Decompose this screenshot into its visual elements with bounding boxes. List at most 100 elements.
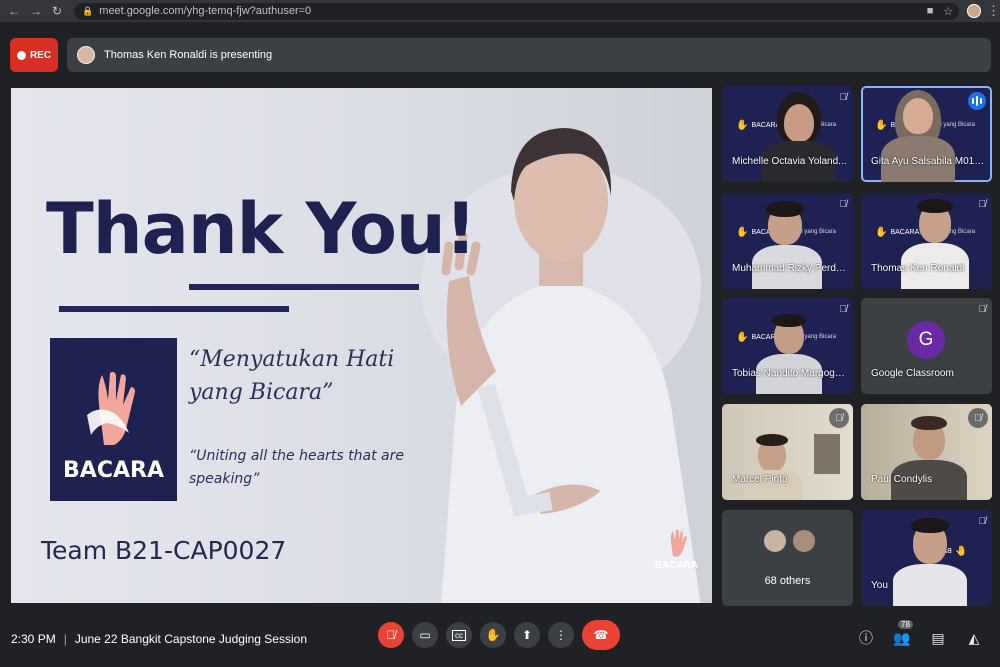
activities-icon: ◭ xyxy=(968,629,980,646)
avatar xyxy=(791,528,817,554)
people-icon: 👥 xyxy=(893,629,911,646)
slide-quote-translation: “Uniting all the hearts that are speakin… xyxy=(189,448,404,487)
muted-mic-icon: 🎙̸ xyxy=(829,408,849,428)
people-count-badge: 78 xyxy=(898,620,913,629)
muted-mic-icon: 🎙̸ xyxy=(978,516,987,527)
hands-logo-icon xyxy=(86,371,135,445)
meet-bottombar: 2:30 PM | June 22 Bangkit Capstone Judgi… xyxy=(0,618,1000,664)
slide-title: Thank You! xyxy=(46,188,477,270)
corner-logo: BACARA xyxy=(654,528,699,580)
present-button[interactable]: ⬆ xyxy=(514,622,540,648)
presenter-avatar xyxy=(77,46,95,64)
participant-tile[interactable]: 🎙̸ Paul Condylis xyxy=(861,404,992,500)
hand-icon: ✋ xyxy=(875,120,888,131)
participant-tile[interactable]: ✋BACARA: Hati yang Bicara 🎙̸ Michelle Oc… xyxy=(722,86,853,182)
speaking-indicator-icon xyxy=(968,92,986,110)
hand-icon: ✋ xyxy=(875,227,888,238)
tile-slide-brand: ✋BACARA: xyxy=(875,227,922,238)
call-controls: 🎙̸ ▭ cc ✋ ⬆ ⋮ ☎ xyxy=(378,620,620,650)
presentation-slide: Thank You! BACARA “Menyatukan Hati yang … xyxy=(11,88,712,603)
participant-tile[interactable]: ✋ BACARA: Hati yang Bicara 🎙̸ Muhammad Ri… xyxy=(722,193,853,289)
participant-tile[interactable]: 🎙̸ Marcel Pinto xyxy=(722,404,853,500)
current-time: 2:30 PM xyxy=(11,632,56,646)
underline-top xyxy=(189,284,419,290)
meeting-details: 2:30 PM | June 22 Bangkit Capstone Judgi… xyxy=(11,632,307,646)
participant-name: Tobias Nandito Margogo... xyxy=(732,368,848,379)
forward-icon[interactable]: → xyxy=(30,4,42,18)
address-bar[interactable]: 🔒 meet.google.com/yhg-temq-fjw?authuser=… xyxy=(74,2,960,20)
present-icon: ⬆ xyxy=(521,628,533,642)
muted-mic-icon: 🎙̸ xyxy=(978,199,987,210)
others-count: 68 others xyxy=(764,575,811,587)
muted-mic-icon: 🎙̸ xyxy=(968,408,988,428)
participant-name: Thomas Ken Ronaldi xyxy=(871,263,965,274)
participant-name: Marcel Pinto xyxy=(732,474,788,485)
meet-topbar: REC Thomas Ken Ronaldi is presenting xyxy=(0,38,1000,74)
self-tile[interactable]: ✋BACARA: 🎙̸ You xyxy=(861,510,992,606)
camera-toggle-button[interactable]: ▭ xyxy=(412,622,438,648)
participant-name: Gita Ayu Salsabila M010... xyxy=(871,156,987,167)
browser-nav: ← → ↻ xyxy=(0,4,62,18)
lock-icon: 🔒 xyxy=(82,5,94,16)
bookmark-star-icon[interactable]: ☆ xyxy=(943,5,953,18)
hand-icon: ✋ xyxy=(954,546,968,557)
end-call-icon: ☎ xyxy=(593,628,609,642)
underline-bottom xyxy=(59,306,289,312)
raise-hand-button[interactable]: ✋ xyxy=(480,622,506,648)
more-options-button[interactable]: ⋮ xyxy=(548,622,574,648)
camera-indicator-icon[interactable]: ■ xyxy=(927,5,934,17)
chat-button[interactable]: ▤ xyxy=(928,628,948,648)
participant-name: Michelle Octavia Yoland... xyxy=(732,156,847,167)
participant-tile[interactable]: ✋BACARA: Hati yang Bicara Gita Ayu Salsa… xyxy=(861,86,992,182)
hand-icon: ✋ xyxy=(736,332,749,343)
avatar xyxy=(762,528,788,554)
logo-word: BACARA xyxy=(63,458,164,483)
hand-icon: ✋ xyxy=(485,628,501,642)
participant-tile[interactable]: G 🎙̸ Google Classroom xyxy=(861,298,992,394)
small-hands-icon xyxy=(670,529,687,557)
side-controls: ⓘ 78 👥 ▤ ◭ xyxy=(856,620,984,648)
rec-label: REC xyxy=(29,49,52,61)
reload-icon[interactable]: ↻ xyxy=(52,4,62,18)
participant-tile[interactable]: ✋ BACARA: Hati yang Bicara 🎙̸ Tobias Nand… xyxy=(722,298,853,394)
bacara-logo: BACARA xyxy=(50,338,177,501)
team-id: Team B21-CAP0027 xyxy=(41,536,287,565)
mic-off-icon: 🎙̸ xyxy=(386,628,396,642)
back-icon[interactable]: ← xyxy=(8,4,20,18)
tile-slide-brand: ✋BACARA: xyxy=(736,120,783,131)
camera-icon: ▭ xyxy=(419,628,431,642)
url-text: meet.google.com/yhg-temq-fjw?authuser=0 xyxy=(99,5,312,17)
info-icon: ⓘ xyxy=(859,630,873,646)
divider: | xyxy=(63,632,67,646)
profile-avatar[interactable] xyxy=(967,4,981,18)
others-tile[interactable]: 68 others xyxy=(722,510,853,606)
presenting-text: Thomas Ken Ronaldi is presenting xyxy=(104,49,273,61)
participant-name: You xyxy=(871,580,888,591)
participant-tile[interactable]: ✋ BACARA: Hati yang Bicara 🎙̸ Thomas Ken … xyxy=(861,193,992,289)
participant-name: Paul Condylis xyxy=(871,474,933,485)
captions-icon: cc xyxy=(452,629,466,641)
browser-menu-icon[interactable]: ⋮ xyxy=(987,3,1000,19)
muted-mic-icon: 🎙̸ xyxy=(839,92,848,103)
recording-indicator[interactable]: REC xyxy=(10,38,58,72)
hand-icon: ✋ xyxy=(736,120,749,131)
more-vert-icon: ⋮ xyxy=(555,628,567,642)
mic-toggle-button[interactable]: 🎙̸ xyxy=(378,622,404,648)
slide-quote: “Menyatukan Hati yang Bicara” xyxy=(189,347,395,405)
captions-button[interactable]: cc xyxy=(446,622,472,648)
participant-name: Google Classroom xyxy=(871,368,954,379)
muted-mic-icon: 🎙̸ xyxy=(839,199,848,210)
participant-avatar: G xyxy=(907,321,945,359)
muted-mic-icon: 🎙̸ xyxy=(839,304,848,315)
corner-logo-word: BACARA xyxy=(654,560,699,571)
presenting-banner: Thomas Ken Ronaldi is presenting xyxy=(67,38,991,72)
muted-mic-icon: 🎙̸ xyxy=(978,304,987,315)
meeting-info-button[interactable]: ⓘ xyxy=(856,628,876,648)
meeting-title: June 22 Bangkit Capstone Judging Session xyxy=(74,632,307,646)
activities-button[interactable]: ◭ xyxy=(964,628,984,648)
people-button[interactable]: 78 👥 xyxy=(892,620,913,648)
leave-call-button[interactable]: ☎ xyxy=(582,620,620,650)
address-bar-actions: ■ ☆ xyxy=(927,5,960,18)
browser-toolbar: ← → ↻ 🔒 meet.google.com/yhg-temq-fjw?aut… xyxy=(0,0,1000,22)
record-dot-icon xyxy=(16,50,26,60)
